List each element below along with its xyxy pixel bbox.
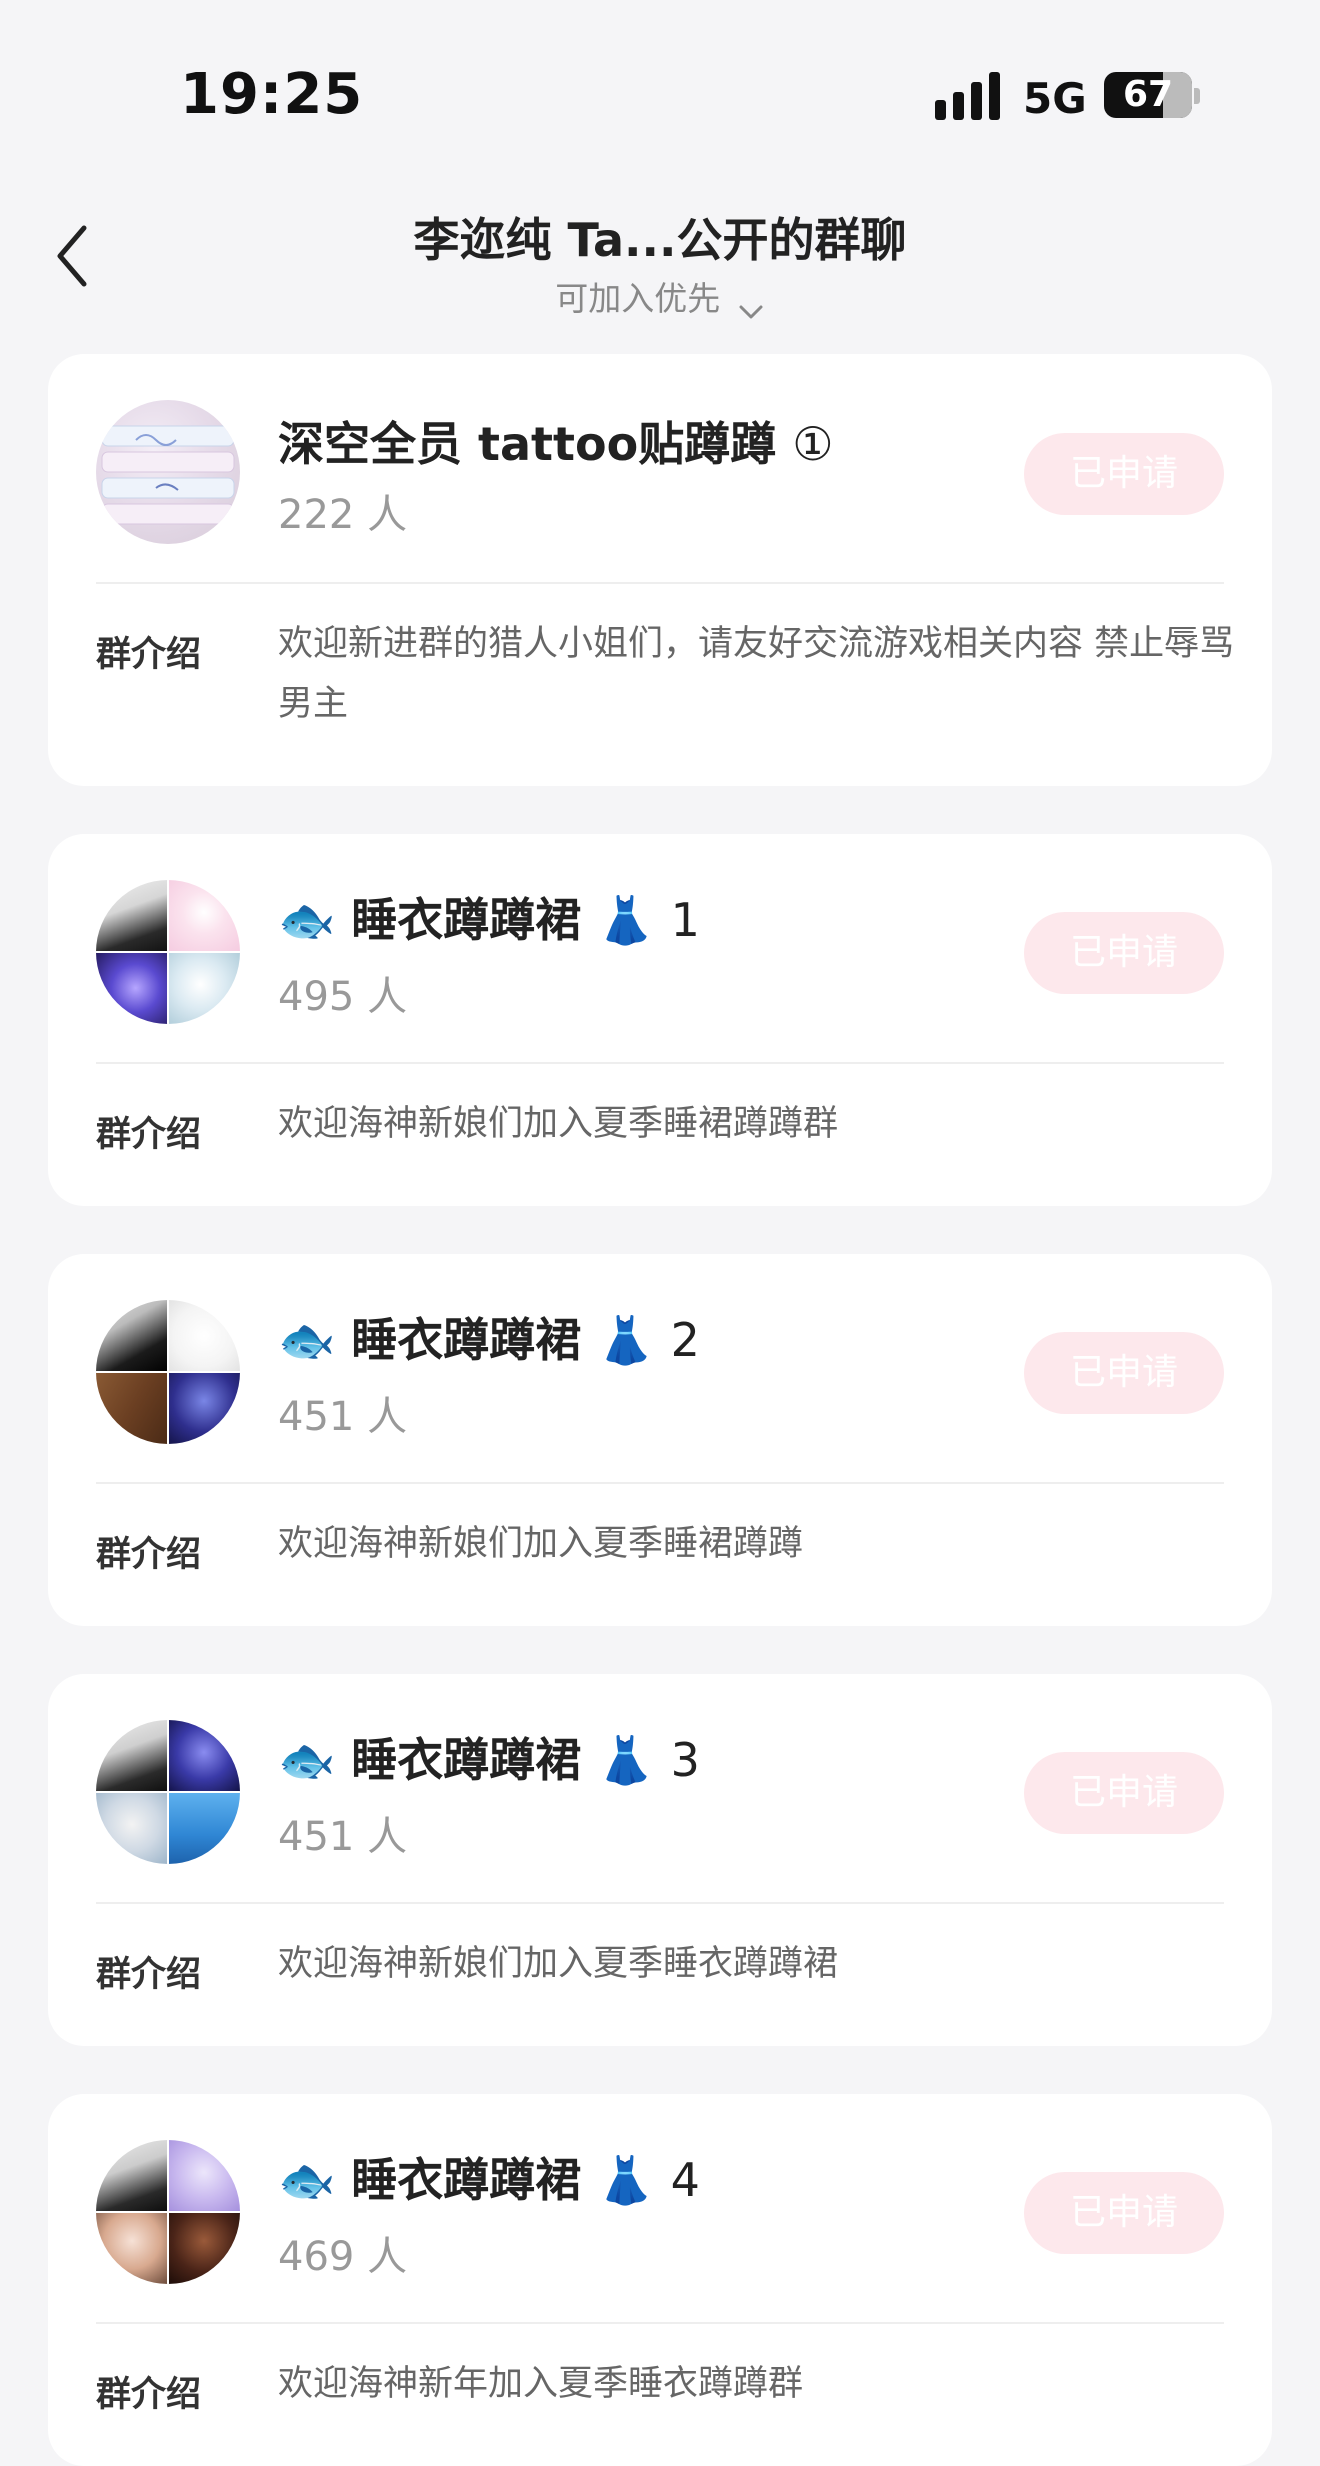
group-intro: 欢迎新进群的猎人小姐们，请友好交流游戏相关内容 禁止辱骂男主 [278, 624, 1235, 724]
dress-icon: 👗 [597, 893, 655, 947]
group-number-badge: ① [792, 417, 834, 471]
avatar-tile [168, 880, 240, 952]
group-number: 1 [670, 893, 700, 947]
group-intro: 欢迎海神新娘们加入夏季睡裙蹲蹲群 [278, 1104, 839, 1144]
group-name: 🐟 睡衣蹲蹲裙 👗 4 [278, 2144, 700, 2210]
applied-button[interactable]: 已申请 [1024, 2172, 1224, 2254]
group-name-text: 睡衣蹲蹲裙 [351, 1313, 582, 1367]
group-name: 深空全员 tattoo贴蹲蹲 ① [278, 408, 834, 474]
avatar-tile [96, 1720, 168, 1792]
avatar-tile [96, 2140, 168, 2212]
avatar-tile [96, 880, 168, 952]
fish-icon: 🐟 [278, 2153, 336, 2207]
network-type: 5G [1023, 74, 1087, 123]
group-name-text: 睡衣蹲蹲裙 [351, 893, 582, 947]
group-intro: 欢迎海神新娘们加入夏季睡裙蹲蹲 [278, 1524, 804, 1564]
avatar-tile [168, 1372, 240, 1444]
status-time: 19:25 [180, 62, 364, 127]
intro-label: 群介绍 [96, 1535, 202, 1575]
group-intro: 欢迎海神新年加入夏季睡衣蹲蹲群 [278, 2364, 804, 2404]
intro-label: 群介绍 [96, 635, 202, 675]
intro-label: 群介绍 [96, 2375, 202, 2415]
member-count: 451 人 [278, 1814, 408, 1860]
member-count: 222 人 [278, 492, 408, 538]
sort-filter-dropdown[interactable]: 可加入优先 [0, 272, 1320, 320]
fish-icon: 🐟 [278, 1733, 336, 1787]
avatar-tile [96, 1372, 168, 1444]
group-card[interactable]: 🐟 睡衣蹲蹲裙 👗 1 495 人 已申请 群介绍 欢迎海神新娘们加入夏季睡裙蹲… [48, 834, 1272, 1206]
group-name-text: 睡衣蹲蹲裙 [351, 2153, 582, 2207]
avatar-tile [168, 1720, 240, 1792]
avatar-tile [96, 1300, 168, 1372]
group-card[interactable]: 🐟 睡衣蹲蹲裙 👗 4 469 人 已申请 群介绍 欢迎海神新年加入夏季睡衣蹲蹲… [48, 2094, 1272, 2466]
applied-button[interactable]: 已申请 [1024, 433, 1224, 515]
group-card[interactable]: 深空全员 tattoo贴蹲蹲 ① 222 人 已申请 群介绍 欢迎新进群的猎人小… [48, 354, 1272, 786]
fish-icon: 🐟 [278, 1313, 336, 1367]
battery-icon: 67 [1104, 72, 1192, 118]
group-avatar [96, 2140, 240, 2284]
chevron-down-icon [737, 291, 765, 318]
group-number: 3 [670, 1733, 700, 1787]
applied-button[interactable]: 已申请 [1024, 1332, 1224, 1414]
dress-icon: 👗 [597, 1313, 655, 1367]
applied-button[interactable]: 已申请 [1024, 912, 1224, 994]
divider [96, 582, 1224, 584]
avatar-tile [168, 952, 240, 1024]
intro-label: 群介绍 [96, 1955, 202, 1995]
member-count: 469 人 [278, 2234, 408, 2280]
applied-button[interactable]: 已申请 [1024, 1752, 1224, 1834]
group-name: 🐟 睡衣蹲蹲裙 👗 3 [278, 1724, 700, 1790]
status-bar: 19:25 5G 67 [0, 0, 1320, 180]
dress-icon: 👗 [597, 1733, 655, 1787]
divider [96, 1482, 1224, 1484]
divider [96, 1902, 1224, 1904]
avatar-tile [96, 1792, 168, 1864]
group-name-text: 深空全员 tattoo贴蹲蹲 [278, 417, 777, 471]
group-intro: 欢迎海神新娘们加入夏季睡衣蹲蹲裙 [278, 1944, 839, 1984]
member-count: 495 人 [278, 974, 408, 1020]
member-count: 451 人 [278, 1394, 408, 1440]
fish-icon: 🐟 [278, 893, 336, 947]
sort-filter-label: 可加入优先 [555, 279, 721, 318]
group-name: 🐟 睡衣蹲蹲裙 👗 2 [278, 1304, 700, 1370]
avatar-tile [168, 1792, 240, 1864]
nav-bar: 李迩纯 Ta...公开的群聊 可加入优先 [0, 180, 1320, 340]
group-name-text: 睡衣蹲蹲裙 [351, 1733, 582, 1787]
avatar-tile [96, 952, 168, 1024]
battery-percent: 67 [1122, 74, 1174, 115]
group-number: 2 [670, 1313, 700, 1367]
group-name: 🐟 睡衣蹲蹲裙 👗 1 [278, 884, 700, 950]
avatar-tile [168, 2212, 240, 2284]
group-card[interactable]: 🐟 睡衣蹲蹲裙 👗 2 451 人 已申请 群介绍 欢迎海神新娘们加入夏季睡裙蹲… [48, 1254, 1272, 1626]
divider [96, 2322, 1224, 2324]
page-title: 李迩纯 Ta...公开的群聊 [413, 213, 907, 267]
group-avatar [96, 400, 240, 544]
group-avatar [96, 1720, 240, 1864]
battery-tip [1194, 88, 1200, 104]
avatar-tile [168, 1300, 240, 1372]
dress-icon: 👗 [597, 2153, 655, 2207]
cellular-signal-icon [935, 72, 1005, 120]
divider [96, 1062, 1224, 1064]
group-avatar [96, 1300, 240, 1444]
group-avatar [96, 880, 240, 1024]
intro-label: 群介绍 [96, 1115, 202, 1155]
avatar-tile [96, 2212, 168, 2284]
group-card[interactable]: 🐟 睡衣蹲蹲裙 👗 3 451 人 已申请 群介绍 欢迎海神新娘们加入夏季睡衣蹲… [48, 1674, 1272, 2046]
group-number: 4 [670, 2153, 700, 2207]
avatar-tile [168, 2140, 240, 2212]
